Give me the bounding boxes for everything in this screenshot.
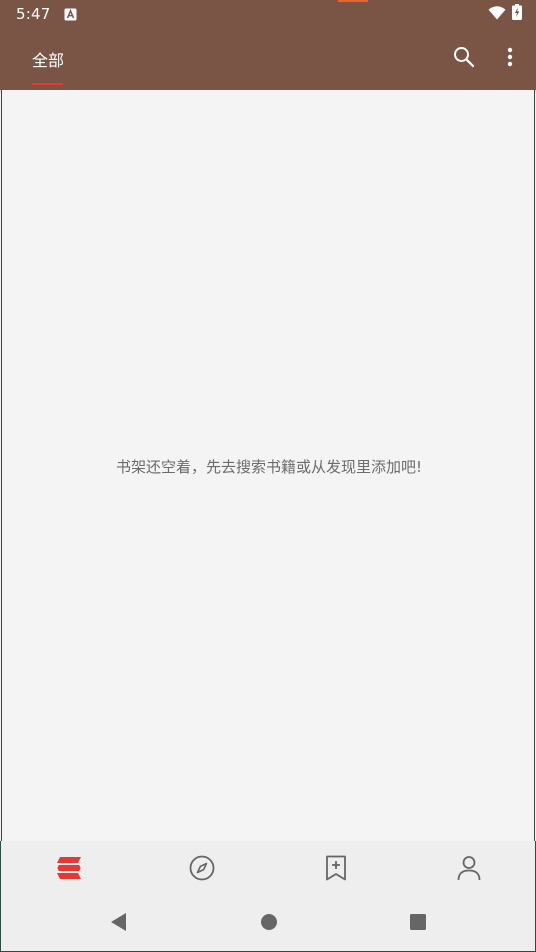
status-bar: 5:47 [0,0,536,28]
search-button[interactable] [447,42,481,76]
system-back-button[interactable] [106,912,130,936]
nav-bookshelf[interactable] [52,854,86,886]
nav-profile[interactable] [452,854,486,886]
bookmark-add-icon [325,855,347,885]
battery-charging-icon [512,4,522,24]
wifi-icon [488,5,506,24]
tab-all-label: 全部 [32,51,65,70]
system-home-button[interactable] [257,912,281,936]
search-icon [453,46,475,72]
bottom-navigation [0,841,536,898]
bookshelf-icon [55,855,83,885]
status-indicator-mark [338,0,368,2]
nav-subscriptions[interactable] [319,854,353,886]
system-navigation-bar [0,898,536,952]
system-recents-button[interactable] [406,912,430,936]
status-time: 5:47 [16,5,51,23]
home-circle-icon [260,913,278,935]
more-vertical-icon [507,47,513,71]
top-app-bar: 全部 [0,28,536,90]
empty-bookshelf-message: 书架还空着，先去搜索书籍或从发现里添加吧! [115,458,422,476]
nav-discover[interactable] [185,854,219,886]
keyboard-a-icon [64,8,77,21]
tab-all[interactable]: 全部 [32,28,64,90]
tab-indicator [32,83,63,85]
compass-icon [189,855,215,885]
more-options-button[interactable] [493,42,527,76]
bookshelf-content[interactable]: 书架还空着，先去搜索书籍或从发现里添加吧! [1,90,535,841]
recents-square-icon [409,913,427,935]
back-triangle-icon [109,912,127,936]
person-icon [457,855,481,885]
